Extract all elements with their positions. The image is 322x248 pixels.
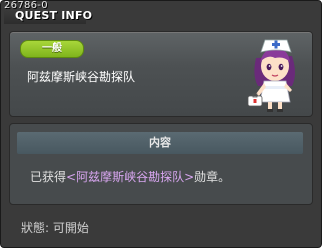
status-value: 可開始 <box>52 221 89 235</box>
content-text: 已获得<阿兹摩斯峡谷勘探队>勋章。 <box>30 168 230 185</box>
status-label: 狀態: <box>21 221 50 235</box>
content-panel: 内容 已获得<阿兹摩斯峡谷勘探队>勋章。 <box>9 123 313 205</box>
nurse-character-icon <box>247 39 295 112</box>
window-title: QUEST INFO <box>15 9 93 22</box>
status-line: 狀態: 可開始 <box>21 219 89 236</box>
quest-info-window: 26786-0 QUEST INFO 一般 阿兹摩斯峡谷勘探队 内容 已获得<阿… <box>0 0 322 248</box>
content-header: 内容 <box>17 132 303 154</box>
content-text-prefix: 已获得 <box>30 170 67 184</box>
quest-name: 阿兹摩斯峡谷勘探队 <box>27 70 136 84</box>
content-text-suffix: 勋章。 <box>194 170 231 184</box>
quest-summary-panel: 一般 阿兹摩斯峡谷勘探队 <box>9 31 313 117</box>
category-badge: 一般 <box>20 40 84 58</box>
medal-name-link: <阿兹摩斯峡谷勘探队> <box>66 170 195 184</box>
